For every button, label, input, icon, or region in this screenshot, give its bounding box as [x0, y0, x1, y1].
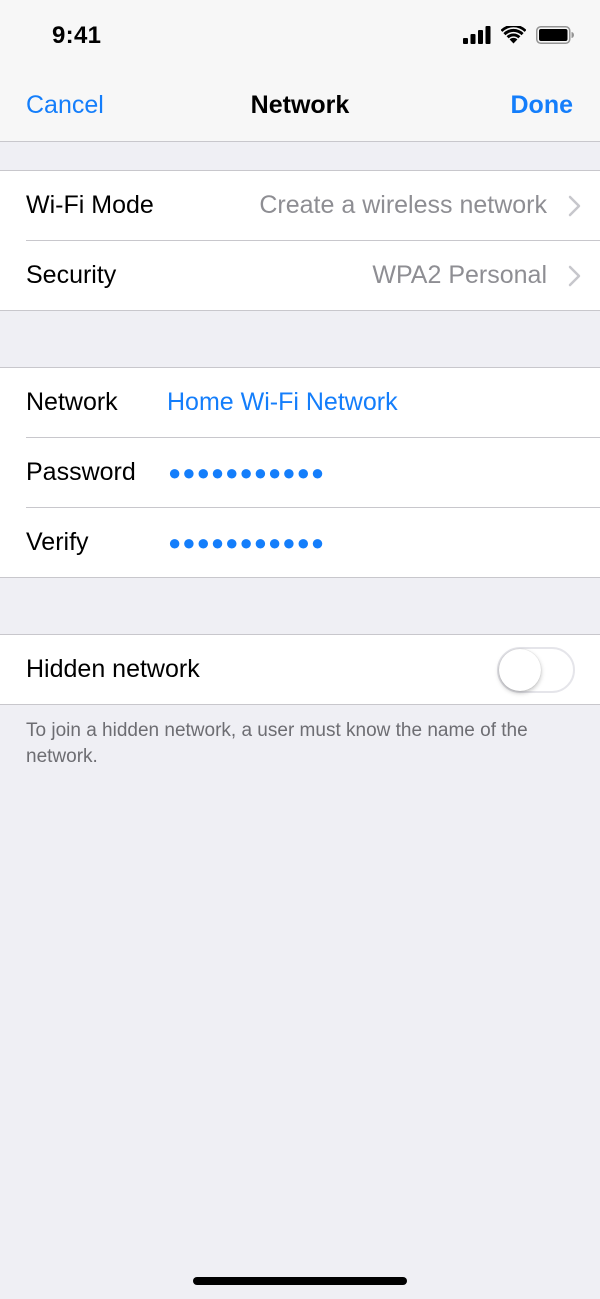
- password-row[interactable]: Password ●●●●●●●●●●●: [0, 437, 600, 507]
- chevron-right-icon: [568, 265, 581, 286]
- home-indicator[interactable]: [193, 1277, 407, 1285]
- hidden-network-group: Hidden network: [0, 634, 600, 705]
- chevron-right-icon: [568, 195, 581, 216]
- verify-row[interactable]: Verify ●●●●●●●●●●●: [0, 507, 600, 577]
- network-label: Network: [26, 388, 118, 416]
- wifi-mode-label: Wi-Fi Mode: [26, 191, 154, 219]
- hidden-network-toggle[interactable]: [497, 646, 575, 693]
- wifi-mode-row[interactable]: Wi-Fi Mode Create a wireless network: [0, 171, 600, 240]
- done-button[interactable]: Done: [511, 91, 574, 120]
- cellular-signal-icon: [463, 26, 491, 44]
- security-label: Security: [26, 261, 117, 289]
- verify-label: Verify: [26, 528, 89, 556]
- network-name-row[interactable]: Network Home Wi-Fi Network: [0, 368, 600, 437]
- wifi-settings-group: Wi-Fi Mode Create a wireless network Sec…: [0, 170, 600, 311]
- status-bar: 9:41: [0, 0, 600, 74]
- battery-icon: [536, 26, 574, 44]
- status-time: 9:41: [52, 22, 102, 49]
- verify-password-field[interactable]: ●●●●●●●●●●●: [168, 530, 325, 556]
- hidden-network-row: Hidden network: [0, 635, 600, 704]
- password-field[interactable]: ●●●●●●●●●●●: [168, 460, 325, 486]
- wifi-mode-value: Create a wireless network: [259, 191, 547, 219]
- wifi-icon: [501, 26, 526, 44]
- security-value: WPA2 Personal: [372, 261, 547, 289]
- status-icons: [463, 26, 574, 44]
- top-chrome: 9:41 Cancel Network Done: [0, 0, 600, 142]
- hidden-network-label: Hidden network: [26, 655, 200, 683]
- security-row[interactable]: Security WPA2 Personal: [0, 240, 600, 310]
- password-label: Password: [26, 458, 136, 486]
- toggle-knob: [499, 648, 541, 691]
- network-name-field[interactable]: Home Wi-Fi Network: [167, 388, 398, 417]
- nav-bar: Cancel Network Done: [0, 74, 600, 140]
- network-credentials-group: Network Home Wi-Fi Network Password ●●●●…: [0, 367, 600, 578]
- hidden-network-footer-note: To join a hidden network, a user must kn…: [26, 720, 528, 767]
